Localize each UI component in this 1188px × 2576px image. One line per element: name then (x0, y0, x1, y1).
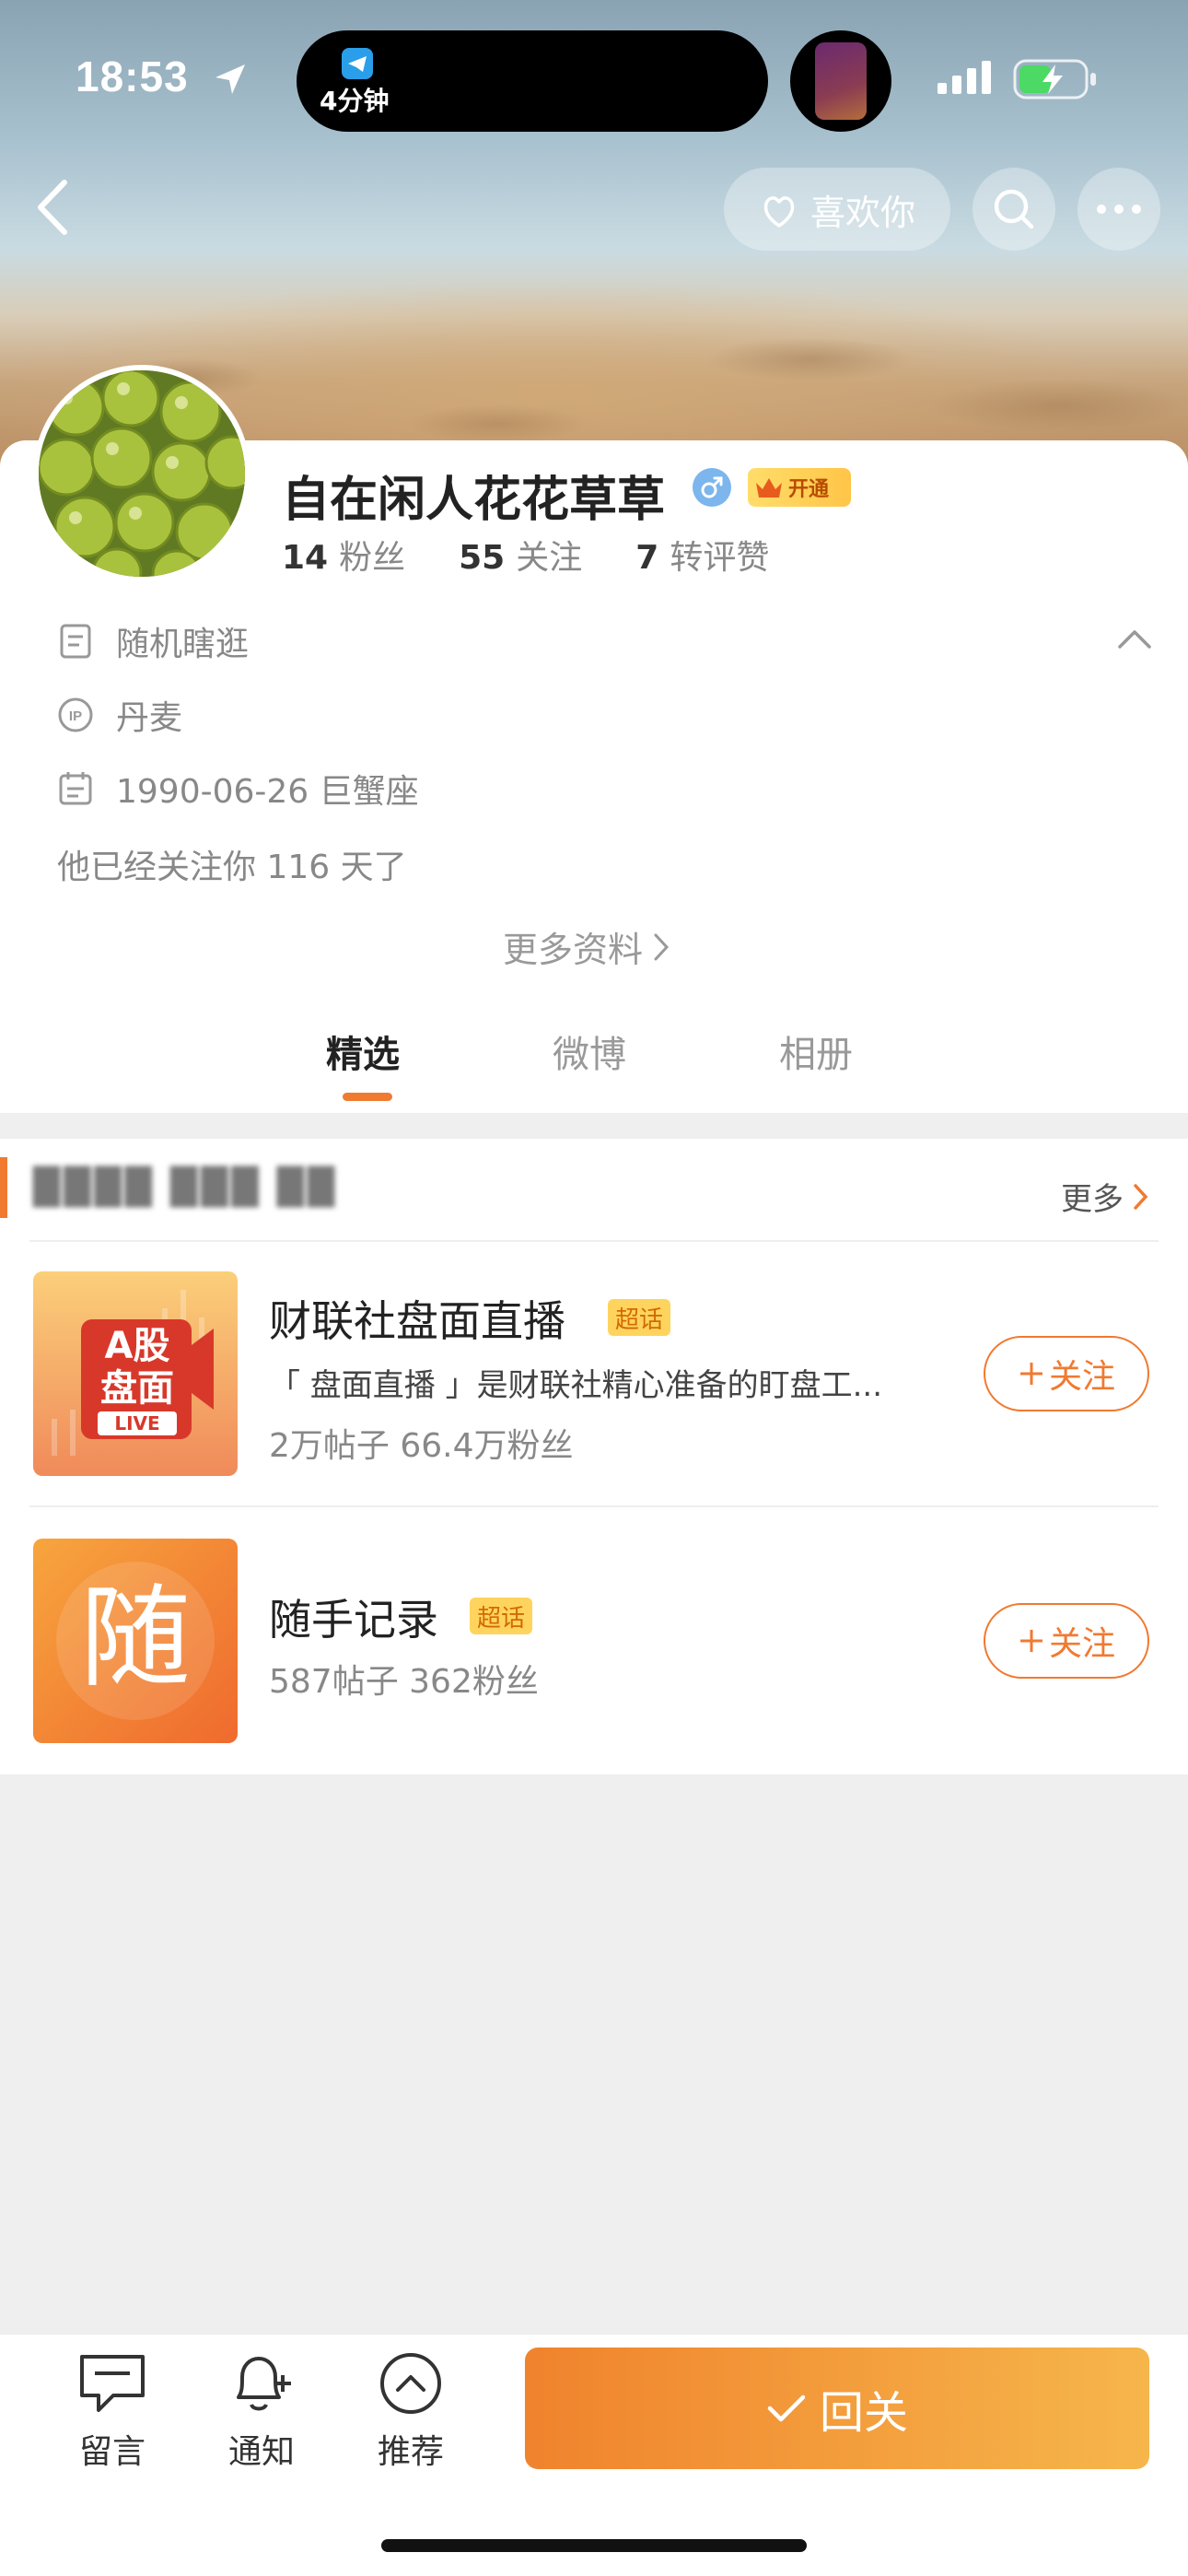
follow-days-text: 他已经关注你 116 天了 (57, 849, 407, 886)
topic-divider (29, 1505, 1159, 1507)
section-divider (29, 1240, 1159, 1242)
ip-row: IP 丹麦 (57, 691, 182, 739)
more-info-link[interactable]: 更多资料 (503, 921, 670, 972)
document-icon (57, 623, 94, 660)
recommend-label: 推荐 (377, 2433, 444, 2471)
more-info-label: 更多资料 (503, 930, 644, 970)
follow-label: 关注 (1048, 1358, 1115, 1396)
location-arrow-icon (215, 64, 245, 94)
thumb-live-tag: LIVE (98, 1411, 177, 1435)
calendar-icon (57, 770, 94, 807)
topic-description: 「 盘面直播 」是财联社精心准备的盯盘工... (269, 1367, 883, 1404)
topic-title[interactable]: 随手记录 (269, 1587, 438, 1647)
bio-text: 随机瞎逛 (116, 626, 250, 663)
ip-location-text: 丹麦 (116, 699, 183, 737)
active-tab-indicator (343, 1093, 392, 1101)
thumb-char: 随 (80, 1575, 191, 1703)
interactions-stat[interactable]: 7 转评赞 (635, 531, 769, 579)
follow-topic-button[interactable]: 关注 (984, 1603, 1149, 1679)
topic-title[interactable]: 财联社盘面直播 (269, 1288, 565, 1349)
vip-open-badge[interactable]: 开通 (748, 468, 851, 507)
follow-back-button[interactable]: 回关 (525, 2348, 1149, 2469)
checkmark-icon (767, 2395, 806, 2422)
profile-tabs: 精选 微博 相册 (0, 1025, 1188, 1107)
chevron-up-icon[interactable] (1116, 626, 1153, 650)
tab-weibo[interactable]: 微博 (553, 1025, 626, 1078)
tab-album[interactable]: 相册 (779, 1025, 853, 1078)
follow-topic-button[interactable]: 关注 (984, 1336, 1149, 1411)
more-options-button[interactable] (1077, 168, 1160, 251)
interactions-label: 转评赞 (670, 539, 770, 577)
svg-text:IP: IP (69, 708, 82, 724)
status-time: 18:53 (76, 53, 189, 100)
notify-button[interactable]: 通知 (206, 2351, 317, 2473)
more-dots-icon (1097, 205, 1141, 214)
back-icon[interactable] (28, 175, 79, 240)
notify-label: 通知 (227, 2433, 295, 2471)
followers-label: 粉丝 (339, 539, 406, 577)
follow-label: 关注 (1048, 1625, 1115, 1663)
home-indicator[interactable] (381, 2539, 807, 2552)
signal-icon (938, 61, 991, 94)
super-topic-badge: 超话 (608, 1299, 671, 1336)
telegram-icon (342, 48, 373, 79)
crown-icon (756, 478, 782, 498)
profile-stats: 14 粉丝 55 关注 7 转评赞 (282, 531, 769, 579)
recommend-button[interactable]: 推荐 (355, 2351, 466, 2473)
hand-heart-icon (763, 196, 795, 228)
like-you-label: 喜欢你 (809, 192, 915, 233)
birthday-text: 1990-06-26 巨蟹座 (116, 773, 419, 811)
like-you-button[interactable]: 喜欢你 (724, 168, 950, 251)
island-timer-text: 4分钟 (320, 86, 390, 116)
follow-back-label: 回关 (819, 2387, 908, 2439)
search-button[interactable] (973, 168, 1055, 251)
following-label: 关注 (516, 539, 583, 577)
comment-label: 留言 (78, 2433, 146, 2471)
thumb-line2: 盘面 (100, 1367, 174, 1410)
more-topics-label: 更多 (1061, 1181, 1124, 1218)
chevron-right-icon (654, 933, 670, 960)
followers-count: 14 (282, 539, 329, 577)
bio-row: 随机瞎逛 (57, 617, 249, 665)
profile-name: 自在闲人花花草草 (282, 473, 666, 528)
gooseberry-avatar-image (39, 370, 245, 577)
search-icon (994, 189, 1034, 229)
male-gender-icon (693, 468, 731, 507)
followers-stat[interactable]: 14 粉丝 (282, 531, 405, 579)
now-playing-artwork (815, 42, 867, 120)
thumb-line1: A股 (104, 1325, 170, 1367)
plus-icon (1019, 1363, 1042, 1385)
avatar[interactable] (33, 365, 250, 582)
vip-open-label: 开通 (788, 478, 830, 501)
topic-thumbnail-cailianshe[interactable]: A股 盘面 LIVE (33, 1271, 238, 1476)
ip-location-icon: IP (57, 697, 94, 733)
section-accent-bar (0, 1157, 7, 1218)
tab-featured[interactable]: 精选 (326, 1025, 400, 1078)
chevron-up-circle-icon (380, 2353, 441, 2414)
comment-button[interactable]: 留言 (57, 2351, 168, 2473)
topic-meta: 587帖子 362粉丝 (269, 1663, 539, 1701)
interactions-count: 7 (635, 539, 659, 577)
birthday-row: 1990-06-26 巨蟹座 (57, 765, 419, 813)
following-stat[interactable]: 55 关注 (459, 531, 582, 579)
following-count: 55 (459, 539, 506, 577)
topic-thumbnail-suishou[interactable]: 随 (33, 1539, 238, 1743)
chevron-right-icon (1134, 1183, 1148, 1210)
bell-plus-icon (237, 2357, 291, 2411)
super-topic-badge: 超话 (470, 1598, 533, 1634)
battery-charging-icon (1013, 59, 1096, 100)
topic-meta: 2万帖子 66.4万粉丝 (269, 1427, 574, 1465)
section-title-blurred: ████ ███ ██ (33, 1166, 339, 1207)
message-icon (80, 2355, 145, 2412)
plus-icon (1019, 1630, 1042, 1652)
more-topics-link[interactable]: 更多 (1061, 1174, 1149, 1219)
